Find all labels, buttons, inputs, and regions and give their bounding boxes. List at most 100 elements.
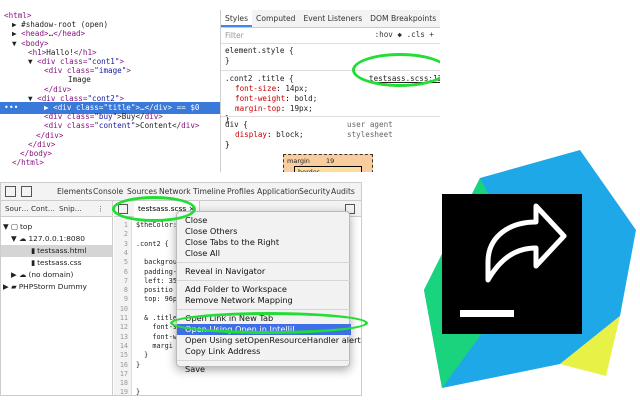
styles-tabs: Styles Computed Event Listeners DOM Brea…	[221, 10, 440, 28]
file-tree-glyph-icon: ▮	[31, 246, 36, 255]
code-line[interactable]: margi	[136, 342, 172, 352]
line-number: 8	[123, 286, 128, 295]
rule-property[interactable]: font-size: 14px;	[221, 84, 440, 94]
rule-source-link[interactable]: testsass.scss:12	[369, 74, 440, 84]
code-line[interactable]: .cont2 {	[136, 240, 169, 250]
file-tree-item[interactable]: ▶ ☁ (no domain)	[11, 269, 73, 281]
tab-timeline[interactable]: Timeline	[193, 183, 225, 201]
menu-item-reveal-in-navigator[interactable]: Reveal in Navigator	[177, 266, 351, 277]
tab-content-scripts[interactable]: Cont…	[31, 201, 55, 217]
tree-node-content: <div class="content">Content</div>	[44, 121, 199, 130]
rule-property[interactable]: font-weight: bold;	[221, 94, 440, 104]
rule-property[interactable]: margin-top: 19px;	[221, 104, 440, 114]
tree-node[interactable]: <div class="content">Content</div>	[44, 120, 199, 132]
menu-item-remove-network-mapping[interactable]: Remove Network Mapping	[177, 295, 351, 306]
context-menu: Close Close Others Close Tabs to the Right…	[176, 211, 361, 374]
tab-network[interactable]: Network	[159, 183, 191, 201]
tree-node-content: </html>	[12, 158, 44, 167]
styles-pane: Styles Computed Event Listeners DOM Brea…	[220, 10, 440, 172]
tab-sources[interactable]: Sources	[127, 183, 158, 203]
styles-toolbar-buttons[interactable]: :hov ◆ .cls +	[375, 30, 434, 39]
line-number: 14	[119, 341, 128, 350]
menu-item-open-link-in-new-tab[interactable]: Open Link in New Tab	[177, 313, 351, 324]
box-model-margin-value[interactable]: 19	[326, 157, 334, 165]
styles-filter-input[interactable]: Filter	[225, 31, 244, 40]
inspect-element-icon[interactable]	[5, 186, 16, 197]
file-tree-glyph-icon: ▶ ▰	[3, 282, 17, 291]
file-tree-item[interactable]: ▮ testsass.css	[31, 257, 81, 269]
tree-attr-val: "content"	[94, 121, 136, 131]
tree-tag-close: div>	[181, 121, 200, 131]
code-line[interactable]: }	[136, 351, 148, 361]
elements-panel: <html> ▶ #shadow-root (open) ▶ <head>…</he…	[0, 0, 440, 172]
toggle-navigator-icon[interactable]	[118, 204, 128, 214]
menu-item-open-using-setopenresourcehandler-alert[interactable]: Open Using setOpenResourceHandler alert	[177, 335, 361, 346]
menu-item-close-tabs-to-the-right[interactable]: Close Tabs to the Right	[177, 237, 351, 248]
node-actions-icon[interactable]: •••	[4, 102, 18, 114]
line-number: 4	[123, 248, 128, 257]
menu-item-close-others[interactable]: Close Others	[177, 226, 351, 237]
tree-caret: ▼	[12, 38, 17, 48]
menu-item-close-all[interactable]: Close All	[177, 248, 351, 259]
code-line[interactable]: }	[136, 388, 140, 395]
tab-sources-nav[interactable]: Sour…	[5, 201, 29, 217]
line-number: 1	[123, 221, 128, 229]
code-line[interactable]: padding-	[136, 268, 177, 278]
menu-item-open-using-open-in-intellij[interactable]: Open Using Open in IntelliJ	[177, 324, 351, 335]
logo-graphic	[424, 150, 636, 388]
tab-elements[interactable]: Elements	[57, 183, 92, 201]
divider	[221, 116, 440, 117]
tab-event-listeners[interactable]: Event Listeners	[299, 10, 366, 27]
file-tree-item[interactable]: ▶ ▰ PHPStorm Dummy	[3, 281, 87, 293]
tree-attr-val: "image"	[94, 66, 127, 76]
code-line[interactable]: font-w	[136, 333, 177, 343]
code-line[interactable]: }	[136, 361, 140, 371]
box-model-margin-label: margin	[287, 157, 310, 165]
ua-css-rule: div { user agent stylesheet display: blo…	[221, 120, 440, 154]
code-line[interactable]: top: 96p	[136, 295, 177, 305]
element-style-close: }	[225, 56, 230, 65]
tab-snippets[interactable]: Snip…	[59, 201, 82, 217]
intellij-logo	[410, 140, 640, 400]
file-tree-item[interactable]: ▼ ▢ top	[3, 221, 32, 233]
code-line[interactable]: positio	[136, 286, 173, 296]
code-line[interactable]: $theColor:	[136, 221, 181, 231]
file-tree-glyph-icon: ▮	[31, 258, 36, 267]
tab-dom-breakpoints[interactable]: DOM Breakpoints	[366, 10, 440, 27]
tab-audits[interactable]: Audits	[331, 183, 355, 201]
line-number: 5	[123, 258, 128, 267]
file-tree-label: testsass.css	[37, 258, 82, 267]
tab-security[interactable]: Security	[299, 183, 330, 201]
tab-application[interactable]: Application	[257, 183, 299, 201]
more-options-icon[interactable]: ⋮	[97, 201, 104, 217]
divider	[221, 70, 440, 71]
tab-profiles[interactable]: Profiles	[227, 183, 255, 201]
tab-console[interactable]: Console	[93, 183, 123, 201]
tab-styles[interactable]: Styles	[221, 10, 253, 27]
code-line[interactable]: left: 35	[136, 277, 177, 287]
menu-item-save[interactable]: Save	[177, 364, 351, 375]
file-tree-item[interactable]: ▼ ☁ 127.0.0.1:8080	[11, 233, 85, 245]
code-line[interactable]: backgrou	[136, 258, 177, 268]
file-tree-glyph-icon: ▼ ☁	[11, 234, 27, 243]
tree-node[interactable]: </html>	[12, 157, 44, 169]
line-number-gutter: 1 2 3 4 5 6 7 8 9 10 11 12 13 14 15 16 17 18 19	[114, 217, 132, 395]
file-tree-item[interactable]: ▮ testsass.html	[1, 245, 112, 257]
elements-tree: <html> ▶ #shadow-root (open) ▶ <head>…</he…	[0, 10, 220, 172]
menu-item-add-folder-to-workspace[interactable]: Add Folder to Workspace	[177, 284, 351, 295]
line-number: 10	[119, 304, 128, 313]
box-model-border-label: border	[298, 168, 320, 172]
menu-item-close[interactable]: Close	[177, 215, 351, 226]
line-number: 12	[119, 323, 128, 332]
line-number: 13	[119, 332, 128, 341]
tree-text: >Content</	[135, 121, 182, 131]
sources-navigator: Sour… Cont… Snip… ⋮ ▼ ▢ top ▼ ☁ 127.0.0.1:8…	[1, 201, 113, 395]
code-line[interactable]: & .title	[136, 314, 177, 324]
file-tree-label: PHPStorm Dummy	[18, 282, 87, 291]
device-toolbar-icon[interactable]	[21, 186, 32, 197]
file-tree-glyph-icon: ▼ ▢	[3, 222, 19, 231]
devtools-top-tabs: Elements Console Sources Network Timelin…	[1, 183, 361, 203]
code-line[interactable]: font-s	[136, 323, 177, 333]
tab-computed[interactable]: Computed	[252, 10, 299, 27]
menu-item-copy-link-address[interactable]: Copy Link Address	[177, 346, 351, 357]
